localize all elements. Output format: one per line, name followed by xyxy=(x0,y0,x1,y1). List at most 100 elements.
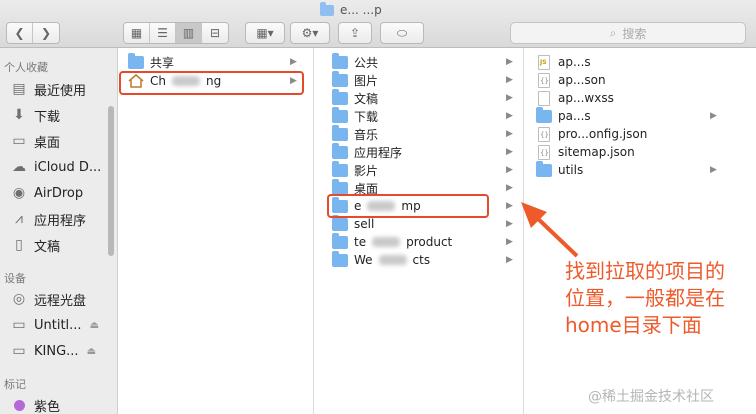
annotation-callout: 找到拉取的项目的 位置，一般都是在 home目录下面 xyxy=(565,258,725,339)
column-1: 共享 ▶ Ch ng ▶ xyxy=(118,48,314,414)
forward-button[interactable]: ❯ xyxy=(33,23,59,43)
list-item-shared[interactable]: 共享 xyxy=(128,52,174,71)
sidebar-item-downloads[interactable]: ⬇ 下载 xyxy=(10,104,60,126)
folder-icon xyxy=(332,178,348,195)
folder-icon xyxy=(332,142,348,159)
sidebar-item-airdrop[interactable]: ◉ AirDrop xyxy=(10,182,83,204)
sidebar-item-applications[interactable]: ⩘ 应用程序 xyxy=(10,208,86,230)
chevron-right-icon: ▶ xyxy=(506,75,513,85)
gallery-view-button[interactable]: ⊟ xyxy=(202,23,228,43)
redacted-text xyxy=(378,255,407,265)
chevron-right-icon: ❯ xyxy=(40,26,52,40)
list-item-label: We xyxy=(354,253,373,267)
folder-icon xyxy=(332,52,348,69)
list-item[interactable]: 图片 xyxy=(332,70,379,89)
airdrop-icon: ◉ xyxy=(12,185,26,201)
file-icon xyxy=(538,90,550,106)
sidebar-item-icloud[interactable]: ☁ iCloud D... xyxy=(10,156,101,178)
list-item[interactable]: 公共 xyxy=(332,52,378,71)
toolbar: e... ...p ❮ ❯ ▦ ☰ ▥ ⊟ ▦▾ ⚙▾ ⇪ ⬭ ⌕ 搜索 xyxy=(0,0,756,48)
list-item[interactable]: te product xyxy=(332,232,453,251)
grid-icon: ▦ xyxy=(130,26,143,40)
list-item[interactable]: 音乐 xyxy=(332,124,378,143)
window-title: e... ...p xyxy=(320,1,382,18)
back-button[interactable]: ❮ xyxy=(7,23,33,43)
list-item[interactable]: 影片 xyxy=(332,160,378,179)
group-button[interactable]: ▦▾ xyxy=(245,22,285,44)
sidebar: 个人收藏 ▤ 最近使用 ⬇ 下载 ▭ 桌面 ☁ iCloud D... ◉ Ai… xyxy=(0,48,118,414)
callout-line-3: home目录下面 xyxy=(565,313,702,337)
list-item[interactable]: ap...wxss xyxy=(536,89,614,107)
chevron-right-icon: ▶ xyxy=(506,57,513,67)
chevron-right-icon: ▶ xyxy=(506,93,513,103)
column-2: 公共 ▶ 图片 ▶ 文稿 ▶ 下载 ▶ 音乐 ▶ 应用程序 ▶ 影片 ▶ 桌面 ▶ e mp ▶ sell ▶ te pro… xyxy=(326,48,524,414)
sidebar-scrollbar[interactable] xyxy=(108,106,114,256)
tags-button[interactable]: ⬭ xyxy=(380,22,424,44)
view-mode-switcher: ▦ ☰ ▥ ⊟ xyxy=(123,22,229,44)
list-item-label: product xyxy=(406,235,453,249)
folder-icon xyxy=(128,52,144,69)
list-item-label: 图片 xyxy=(354,73,379,88)
eject-icon[interactable]: ⏏ xyxy=(87,346,96,357)
chevron-right-icon: ▶ xyxy=(506,201,513,211)
group-icon: ▦▾ xyxy=(256,26,274,40)
folder-icon xyxy=(332,106,348,123)
annotation-arrow xyxy=(521,202,579,258)
watermark: @稀土掘金技术社区 xyxy=(588,389,714,405)
chevron-right-icon: ▶ xyxy=(506,219,513,229)
list-item[interactable]: pa...s xyxy=(536,106,591,125)
list-item-label: te xyxy=(354,235,367,249)
icon-view-button[interactable]: ▦ xyxy=(124,23,150,43)
sidebar-item-documents[interactable]: ▯ 文稿 xyxy=(10,234,60,256)
chevron-right-icon: ▶ xyxy=(506,183,513,193)
list-item[interactable]: 下载 xyxy=(332,106,378,125)
sidebar-item-king[interactable]: ▭ KING... ⏏ xyxy=(10,340,96,362)
tag-dot-icon xyxy=(10,396,28,414)
list-item[interactable]: pro...onfig.json xyxy=(536,125,647,143)
download-icon: ⬇ xyxy=(13,107,25,123)
documents-icon: ▯ xyxy=(15,237,23,253)
list-view-button[interactable]: ☰ xyxy=(150,23,176,43)
list-item[interactable]: sitemap.json xyxy=(536,143,635,161)
chevron-right-icon: ▶ xyxy=(506,165,513,175)
sidebar-item-tag-purple[interactable]: 紫色 xyxy=(10,394,60,414)
chevron-right-icon: ▶ xyxy=(506,111,513,121)
list-item-label: sitemap.json xyxy=(558,145,635,159)
sidebar-item-untitled[interactable]: ▭ Untitl... ⏏ xyxy=(10,314,99,336)
list-item[interactable]: utils xyxy=(536,160,583,179)
list-item-label: sell xyxy=(354,217,375,231)
list-item[interactable]: 应用程序 xyxy=(332,142,402,161)
search-field[interactable]: ⌕ 搜索 xyxy=(510,22,746,44)
chevron-left-icon: ❮ xyxy=(14,26,25,40)
list-item[interactable]: ap...son xyxy=(536,71,606,89)
desktop-icon: ▭ xyxy=(12,133,26,149)
folder-icon xyxy=(536,160,552,177)
applications-icon: ⩘ xyxy=(15,211,23,227)
cloud-icon: ☁ xyxy=(12,159,26,175)
sidebar-item-desktop[interactable]: ▭ 桌面 xyxy=(10,130,60,152)
list-item[interactable]: We cts xyxy=(332,250,430,269)
callout-line-2: 位置，一般都是在 xyxy=(565,286,725,310)
chevron-right-icon: ▶ xyxy=(506,147,513,157)
highlight-home-folder xyxy=(119,71,304,95)
share-button[interactable]: ⇪ xyxy=(338,22,372,44)
chevron-right-icon: ▶ xyxy=(710,165,717,175)
chevron-right-icon: ▶ xyxy=(710,111,717,121)
column-view-button[interactable]: ▥ xyxy=(176,23,202,43)
recent-icon: ▤ xyxy=(12,81,26,97)
js-file-icon xyxy=(538,54,550,70)
eject-icon[interactable]: ⏏ xyxy=(90,320,99,331)
list-item-label: ap...wxss xyxy=(558,91,614,105)
tag-icon: ⬭ xyxy=(396,25,408,40)
columns-icon: ▥ xyxy=(182,26,195,40)
history-nav: ❮ ❯ xyxy=(6,22,60,44)
file-icon xyxy=(538,126,550,142)
folder-icon xyxy=(332,214,348,231)
sidebar-item-recents[interactable]: ▤ 最近使用 xyxy=(10,78,86,100)
tags-header: 标记 xyxy=(4,378,26,391)
action-button[interactable]: ⚙▾ xyxy=(290,22,330,44)
list-item[interactable]: 文稿 xyxy=(332,88,378,107)
list-item[interactable]: ap...s xyxy=(536,53,591,71)
chevron-right-icon: ▶ xyxy=(290,57,297,67)
sidebar-item-remote-disc[interactable]: ◎ 远程光盘 xyxy=(10,288,86,310)
